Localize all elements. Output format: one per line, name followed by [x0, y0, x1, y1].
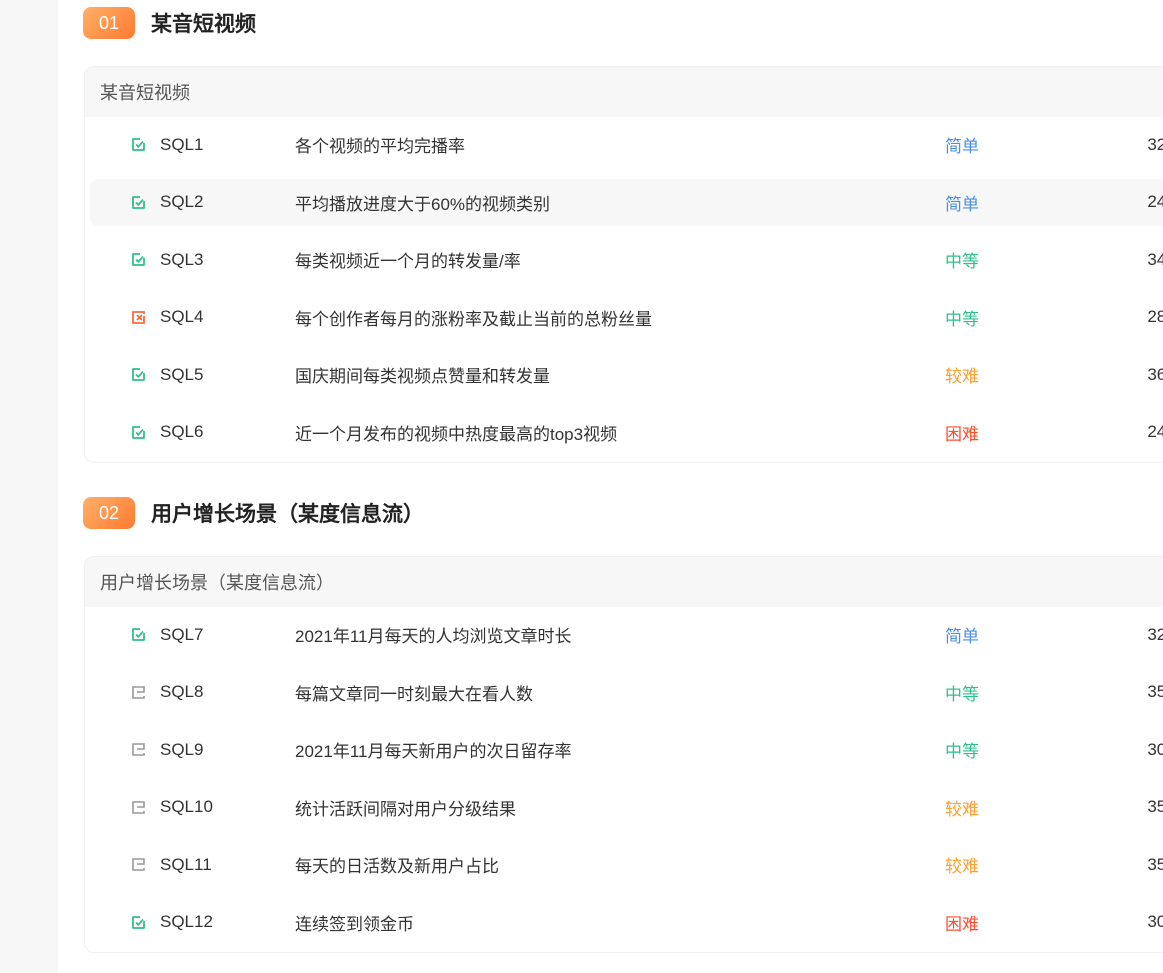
question-title[interactable]: 每类视频近一个月的转发量/率 [295, 247, 521, 272]
unattempted-icon [131, 742, 146, 757]
pass-rate: 30.87% [1147, 739, 1163, 759]
section-title: 某音短视频 [151, 13, 256, 36]
difficulty-label: 较难 [945, 857, 979, 876]
unattempted-icon [131, 857, 146, 872]
question-id[interactable]: SQL3 [160, 250, 203, 270]
question-id[interactable]: SQL9 [160, 740, 203, 760]
question-id[interactable]: SQL6 [160, 422, 203, 442]
question-row[interactable]: SQL2 平均播放进度大于60%的视频类别 简单 24.91% [90, 178, 1163, 226]
pass-rate: 28.97% [1147, 307, 1163, 326]
question-title[interactable]: 统计活跃间隔对用户分级结果 [295, 795, 516, 820]
question-id[interactable]: SQL1 [160, 135, 203, 155]
check-icon [131, 425, 146, 440]
left-sidebar [0, 0, 58, 973]
question-id[interactable]: SQL8 [160, 682, 203, 702]
question-row[interactable]: SQL11 每天的日活数及新用户占比 较难 35.85% [90, 841, 1163, 888]
question-title[interactable]: 近一个月发布的视频中热度最高的top3视频 [295, 420, 617, 445]
difficulty-label: 中等 [945, 742, 979, 761]
question-title[interactable]: 2021年11月每天新用户的次日留存率 [295, 737, 571, 762]
section-title: 用户增长场景（某度信息流） [151, 503, 424, 526]
question-row[interactable]: SQL12 连续签到领金币 困难 30.19% [90, 899, 1163, 946]
question-row[interactable]: SQL1 各个视频的平均完播率 简单 32.13% [90, 121, 1163, 168]
difficulty-label: 简单 [945, 627, 979, 646]
section-number-badge: 01 [83, 7, 135, 39]
question-row[interactable]: SQL6 近一个月发布的视频中热度最高的top3视频 困难 24.59% [90, 409, 1163, 456]
difficulty-label: 简单 [945, 194, 979, 214]
question-list-card: 某音短视频 SQL1 各个视频的平均完播率 简单 32.13% SQL2 平均播… [84, 66, 1163, 463]
pass-rate: 24.91% [1147, 192, 1163, 211]
difficulty-label: 中等 [945, 684, 979, 704]
pass-rate: 35.69% [1147, 797, 1163, 816]
card-title: 用户增长场景（某度信息流） [85, 557, 1163, 607]
question-id[interactable]: SQL4 [160, 307, 203, 327]
pass-rate: 35.85% [1147, 854, 1163, 874]
question-id[interactable]: SQL2 [160, 192, 203, 212]
section-number-badge: 02 [83, 497, 135, 529]
question-title[interactable]: 平均播放进度大于60%的视频类别 [295, 190, 550, 215]
check-icon [131, 915, 146, 930]
pass-rate: 32.13% [1147, 134, 1163, 154]
question-row[interactable]: SQL10 统计活跃间隔对用户分级结果 较难 35.69% [90, 784, 1163, 831]
pass-rate: 35.18% [1147, 682, 1163, 701]
question-id[interactable]: SQL10 [160, 797, 213, 817]
difficulty-label: 中等 [945, 252, 979, 271]
check-icon [131, 252, 146, 267]
question-row[interactable]: SQL3 每类视频近一个月的转发量/率 中等 34.56% [90, 236, 1163, 283]
difficulty-label: 困难 [945, 424, 979, 444]
question-id[interactable]: SQL5 [160, 365, 203, 385]
question-title[interactable]: 连续签到领金币 [295, 910, 414, 935]
section-01: 01 某音短视频 某音短视频 SQL1 各个视频的平均完播率 简单 32.13%… [83, 7, 1163, 463]
check-icon [131, 137, 146, 152]
difficulty-label: 较难 [945, 367, 979, 386]
question-title[interactable]: 每天的日活数及新用户占比 [295, 852, 499, 877]
difficulty-label: 较难 [945, 799, 979, 819]
unattempted-icon [131, 685, 146, 700]
question-row[interactable]: SQL7 2021年11月每天的人均浏览文章时长 简单 32.87% [90, 611, 1163, 658]
pass-rate: 32.87% [1147, 624, 1163, 644]
question-id[interactable]: SQL11 [160, 855, 212, 875]
check-icon [131, 195, 146, 210]
pass-rate: 36.49% [1147, 364, 1163, 384]
pass-rate: 30.19% [1147, 912, 1163, 931]
difficulty-label: 中等 [945, 309, 979, 329]
section-header: 01 某音短视频 [83, 7, 1163, 39]
section-header: 02 用户增长场景（某度信息流） [83, 497, 1163, 529]
question-list-card: 用户增长场景（某度信息流） SQL7 2021年11月每天的人均浏览文章时长 简… [84, 556, 1163, 953]
wrong-icon [131, 310, 146, 325]
question-title[interactable]: 每个创作者每月的涨粉率及截止当前的总粉丝量 [295, 305, 652, 330]
question-row[interactable]: SQL4 每个创作者每月的涨粉率及截止当前的总粉丝量 中等 28.97% [90, 294, 1163, 341]
question-title[interactable]: 2021年11月每天的人均浏览文章时长 [295, 622, 571, 647]
question-id[interactable]: SQL12 [160, 912, 213, 932]
pass-rate: 24.59% [1147, 422, 1163, 441]
question-id[interactable]: SQL7 [160, 625, 203, 645]
question-row[interactable]: SQL5 国庆期间每类视频点赞量和转发量 较难 36.49% [90, 351, 1163, 398]
pass-rate: 34.56% [1147, 249, 1163, 269]
check-icon [131, 367, 146, 382]
question-row[interactable]: SQL9 2021年11月每天新用户的次日留存率 中等 30.87% [90, 726, 1163, 773]
question-row[interactable]: SQL8 每篇文章同一时刻最大在看人数 中等 35.18% [90, 669, 1163, 716]
question-title[interactable]: 各个视频的平均完播率 [295, 132, 465, 157]
section-02: 02 用户增长场景（某度信息流） 用户增长场景（某度信息流） SQL7 2021… [83, 497, 1163, 953]
check-icon [131, 627, 146, 642]
difficulty-label: 简单 [945, 137, 979, 156]
question-title[interactable]: 国庆期间每类视频点赞量和转发量 [295, 362, 550, 387]
card-title: 某音短视频 [85, 67, 1163, 117]
difficulty-label: 困难 [945, 914, 979, 934]
unattempted-icon [131, 800, 146, 815]
question-title[interactable]: 每篇文章同一时刻最大在看人数 [295, 680, 533, 705]
